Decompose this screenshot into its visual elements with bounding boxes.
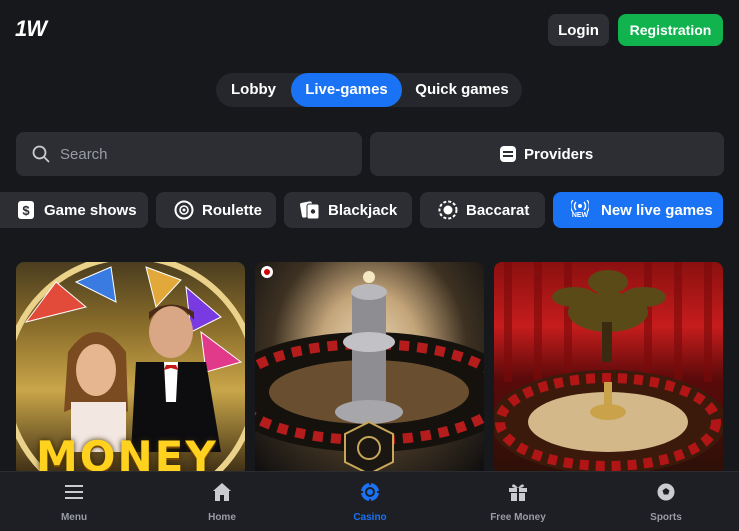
thumb-title: MONEY <box>36 432 218 476</box>
new-badge: NEW <box>571 212 589 219</box>
broadcast-new-icon: NEW <box>567 197 593 223</box>
bottom-navigation: Menu Home Casino Free Money Sports <box>0 471 739 531</box>
nav-home[interactable]: Home <box>148 472 296 531</box>
game-thumbnail <box>494 262 723 474</box>
hamburger-icon <box>65 485 83 499</box>
brand-logo[interactable]: 1W <box>15 16 47 42</box>
login-button[interactable]: Login <box>548 14 609 46</box>
category-game-shows[interactable]: $ Game shows <box>0 192 148 228</box>
game-card-money-wheel[interactable]: MONEY <box>16 262 245 476</box>
search-input[interactable] <box>60 132 350 176</box>
games-tab-switcher: Lobby Live-games Quick games <box>216 73 522 107</box>
category-label: Roulette <box>202 201 262 219</box>
nav-label: Free Money <box>490 512 546 523</box>
soccer-ball-icon <box>656 482 676 502</box>
category-roulette[interactable]: Roulette <box>156 192 276 228</box>
category-label: New live games <box>601 201 713 219</box>
providers-label: Providers <box>524 145 594 163</box>
casino-chip-icon <box>360 482 380 502</box>
nav-label: Sports <box>650 512 682 523</box>
baccarat-chip-icon <box>438 200 458 220</box>
category-new-live-games[interactable]: NEW New live games <box>553 192 723 228</box>
home-icon <box>213 483 231 501</box>
nav-menu[interactable]: Menu <box>0 472 148 531</box>
nav-sports[interactable]: Sports <box>592 472 739 531</box>
providers-icon <box>500 146 516 162</box>
game-thumbnail <box>255 271 484 476</box>
search-icon <box>32 145 50 163</box>
nav-free-money[interactable]: Free Money <box>444 472 592 531</box>
nav-label: Home <box>208 512 236 523</box>
game-card-roulette-closeup[interactable] <box>255 262 484 476</box>
category-label: Blackjack <box>328 201 398 219</box>
category-label: Baccarat <box>466 201 530 219</box>
registration-button[interactable]: Registration <box>618 14 723 46</box>
providers-button[interactable]: Providers <box>370 132 724 176</box>
category-blackjack[interactable]: Blackjack <box>284 192 412 228</box>
svg-text:$: $ <box>22 203 30 218</box>
tab-lobby[interactable]: Lobby <box>216 73 291 107</box>
cards-icon <box>300 200 320 220</box>
tab-quick-games[interactable]: Quick games <box>402 73 522 107</box>
category-label: Game shows <box>44 201 137 219</box>
dollar-card-icon: $ <box>16 200 36 220</box>
gift-icon <box>509 484 527 501</box>
top-header: 1W Login Registration <box>0 0 739 60</box>
tab-live-games[interactable]: Live-games <box>291 73 402 107</box>
roulette-icon <box>174 200 194 220</box>
game-card-roulette-red[interactable] <box>494 262 723 476</box>
search-box <box>16 132 362 176</box>
nav-casino[interactable]: Casino <box>296 472 444 531</box>
nav-label: Casino <box>353 512 387 523</box>
category-baccarat[interactable]: Baccarat <box>420 192 545 228</box>
nav-label: Menu <box>60 512 88 523</box>
flag-japan-icon <box>261 266 273 278</box>
